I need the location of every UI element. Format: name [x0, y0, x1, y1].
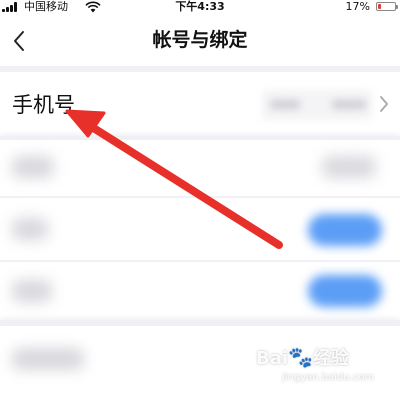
redacted-binding-row[interactable] — [0, 198, 400, 260]
chevron-left-icon[interactable] — [10, 28, 30, 54]
battery-icon — [376, 2, 398, 11]
redacted-label — [12, 218, 48, 240]
redacted-bind-button[interactable] — [308, 275, 382, 307]
phone-number-label: 手机号 — [12, 93, 75, 117]
screen: 中国移动 下午4:33 17% 帐号与绑定 手机号 Bai🐾经验 jingyan… — [0, 0, 400, 400]
redacted-value — [322, 156, 376, 178]
redacted-row[interactable] — [0, 140, 400, 196]
redacted-row[interactable] — [0, 326, 400, 400]
page-title: 帐号与绑定 — [152, 29, 248, 51]
redacted-bind-button[interactable] — [308, 214, 382, 246]
redacted-binding-row[interactable] — [0, 262, 400, 320]
battery-percentage: 17% — [345, 0, 370, 13]
phone-number-value-redacted — [262, 90, 372, 120]
redacted-label — [12, 156, 54, 178]
navigation-bar: 帐号与绑定 — [0, 14, 400, 66]
redacted-label — [12, 280, 52, 302]
status-bar: 中国移动 下午4:33 17% — [0, 0, 400, 14]
chevron-right-icon — [380, 96, 388, 112]
status-time: 下午4:33 — [175, 0, 225, 13]
phone-number-row[interactable]: 手机号 — [0, 72, 400, 136]
redacted-label — [12, 348, 84, 370]
battery-level-fill — [378, 4, 381, 9]
